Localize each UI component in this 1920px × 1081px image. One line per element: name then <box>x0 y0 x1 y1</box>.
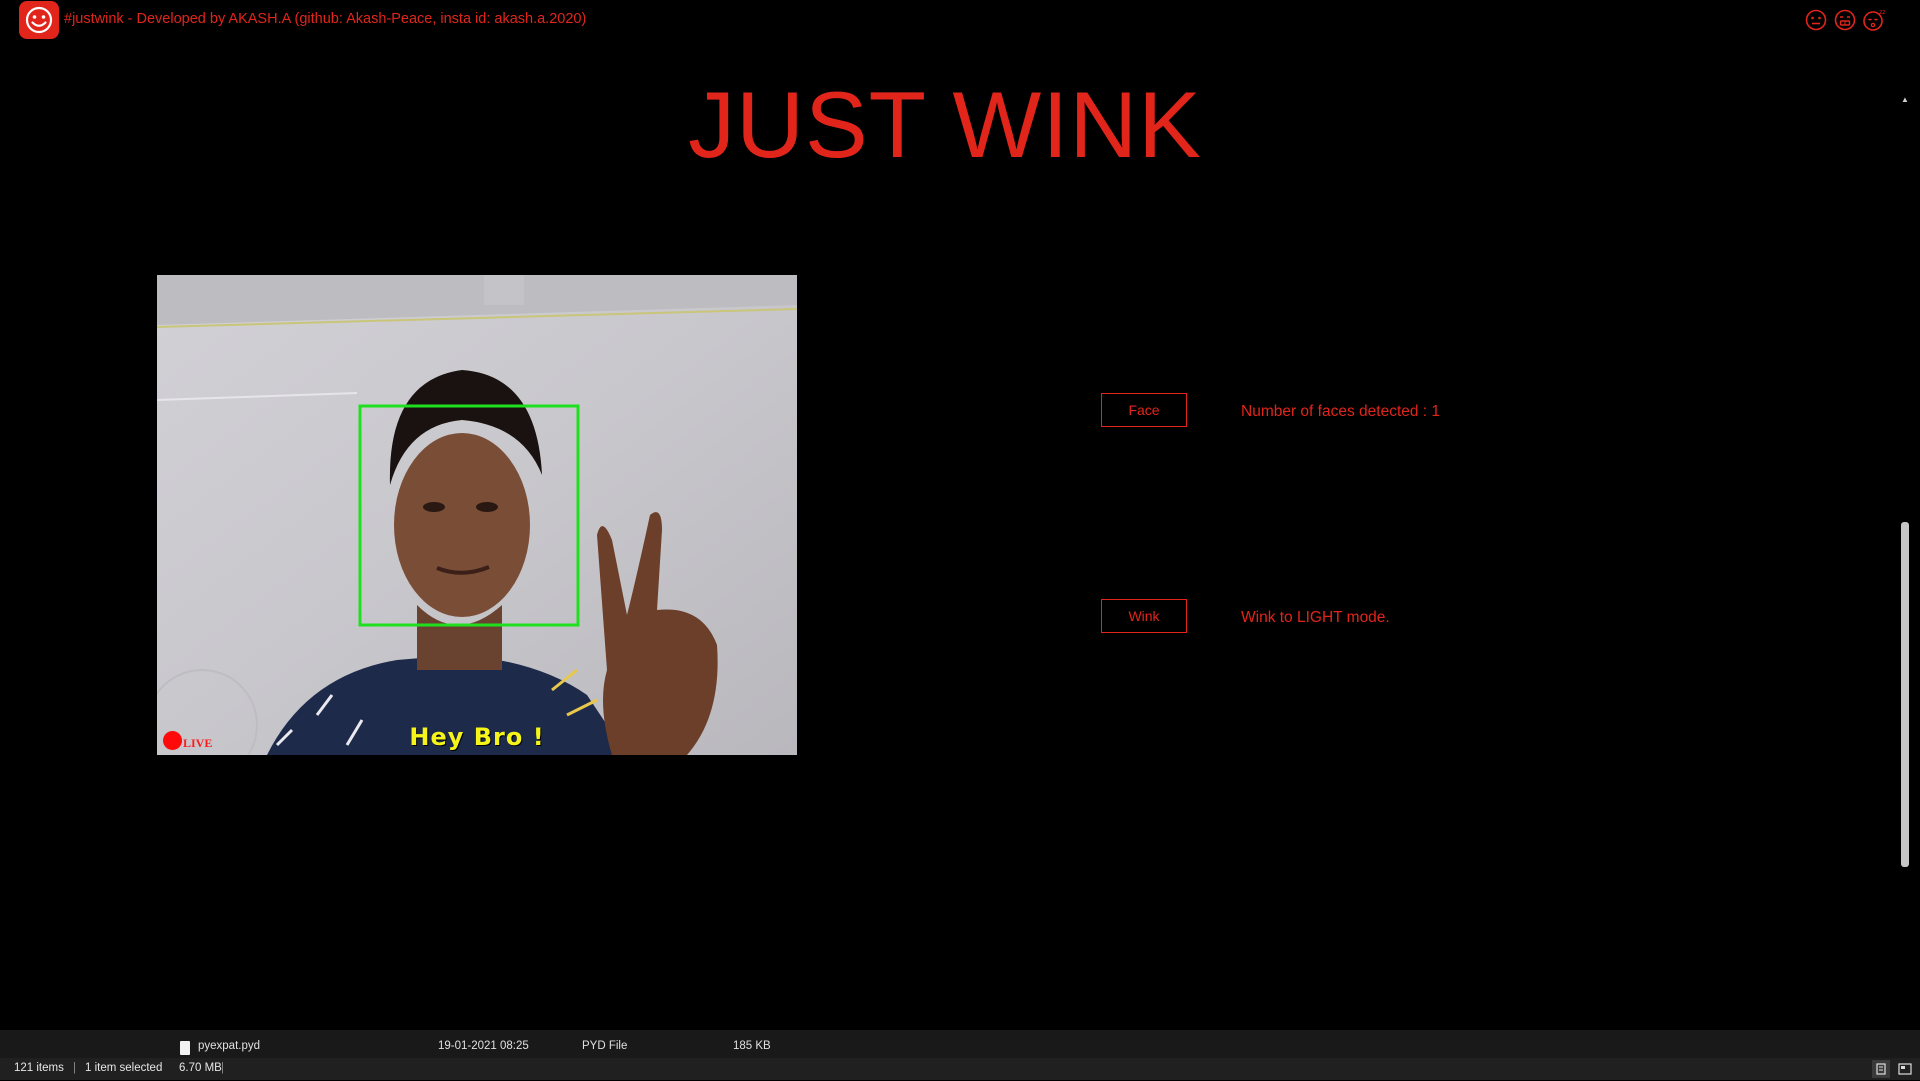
item-count: 121 items <box>14 1062 64 1074</box>
window-title: #justwink - Developed by AKASH.A (github… <box>64 11 587 27</box>
file-type: PYD File <box>582 1040 628 1052</box>
grin-icon[interactable] <box>1833 8 1857 32</box>
title-icon-group: zz <box>1804 8 1904 32</box>
webcam-caption: Hey Bro ! <box>409 723 545 751</box>
status-divider: | <box>73 1062 76 1074</box>
scroll-up-icon[interactable]: ▲ <box>1900 95 1910 107</box>
title-bar: #justwink - Developed by AKASH.A (github… <box>0 0 1910 40</box>
file-icon <box>180 1041 190 1055</box>
face-button[interactable]: Face <box>1101 393 1187 427</box>
webcam-image <box>157 275 797 755</box>
face-icon[interactable] <box>1804 8 1828 32</box>
wink-status-text: Wink to LIGHT mode. <box>1241 609 1390 626</box>
wink-button[interactable]: Wink <box>1101 599 1187 633</box>
large-icons-view-icon[interactable] <box>1896 1060 1914 1078</box>
file-size: 185 KB <box>733 1040 771 1052</box>
file-name: pyexpat.pyd <box>198 1040 261 1052</box>
details-view-icon[interactable] <box>1872 1060 1890 1078</box>
file-date: 19-01-2021 08:25 <box>438 1040 529 1052</box>
smiley-logo-icon <box>19 1 59 39</box>
vertical-scrollbar[interactable]: ▲ <box>1900 0 1910 1030</box>
selection-count: 1 item selected <box>85 1062 163 1074</box>
webcam-feed: Hey Bro ! LIVE <box>157 275 797 755</box>
face-status-text: Number of faces detected : 1 <box>1241 403 1441 420</box>
live-dot-icon <box>163 731 182 750</box>
scroll-thumb[interactable] <box>1901 522 1909 867</box>
svg-text:zz: zz <box>1879 9 1885 16</box>
selection-size: 6.70 MB <box>179 1062 222 1074</box>
explorer-status-bar: 121 items | 1 item selected 6.70 MB | <box>0 1058 1920 1080</box>
live-label: LIVE <box>183 736 213 750</box>
status-divider: | <box>221 1062 224 1074</box>
app-heading: JUST WINK <box>688 72 1202 177</box>
justwink-window: #justwink - Developed by AKASH.A (github… <box>0 0 1910 1030</box>
sleep-face-icon[interactable]: zz <box>1862 8 1886 32</box>
